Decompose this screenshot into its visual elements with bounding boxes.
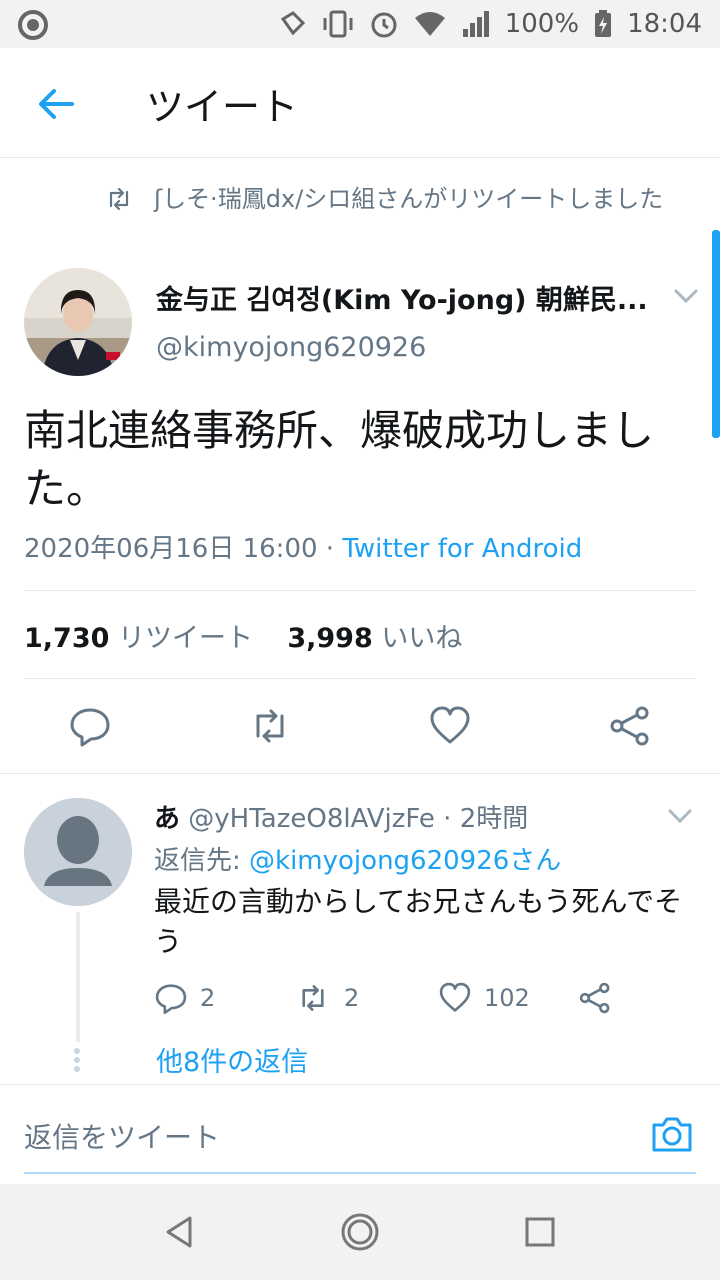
nav-home-icon[interactable] (340, 1212, 380, 1252)
author-name[interactable]: 金与正 김여정(Kim Yo-jong) 朝鮮民... (156, 278, 648, 317)
reply-action-bar: 2 2 102 (154, 976, 694, 1020)
page-title: ツイート (146, 85, 299, 129)
like-icon[interactable] (428, 704, 472, 748)
retweet-icon[interactable] (248, 704, 292, 748)
reply-text: 最近の言動からしてお兄さんもう死んでそう (154, 885, 683, 958)
like-icon (439, 982, 471, 1012)
divider (24, 590, 696, 591)
tweet-action-bar (0, 696, 720, 756)
reply-time: · 2時間 (434, 804, 529, 834)
signal-icon (462, 11, 489, 37)
more-replies-link[interactable]: 他8件の返信 (156, 1040, 308, 1079)
share-icon (579, 982, 610, 1014)
reply-like-count: 102 (484, 984, 530, 1012)
scrollbar[interactable] (712, 230, 720, 438)
nav-recents-icon[interactable] (520, 1212, 560, 1252)
retweeted-by-header[interactable]: ʃしそ·瑞鳳dx/シロ組さんがリツイートしました (108, 184, 688, 214)
retweet-count-label[interactable]: リツイート (118, 623, 253, 654)
thread-line (76, 912, 80, 1042)
app-bar: ツイート (0, 48, 720, 158)
app-status-icon (18, 10, 48, 40)
reply-reply-count: 2 (200, 984, 216, 1012)
reply-icon[interactable] (68, 704, 112, 748)
tweet-datetime: 2020年06月16日 16:00 (24, 534, 318, 564)
nfc-icon (280, 11, 305, 36)
retweet-icon (302, 985, 324, 1011)
back-arrow-icon[interactable] (34, 82, 78, 126)
retweet-count[interactable]: 1,730 (24, 623, 109, 654)
clock: 18:04 (627, 9, 702, 39)
alarm-icon (371, 12, 397, 38)
reply-compose-input[interactable]: 返信をツイート (24, 1116, 220, 1156)
meta-separator: · (317, 534, 343, 564)
divider (0, 1084, 720, 1085)
reply-retweet-count: 2 (344, 984, 360, 1012)
retweet-icon (109, 188, 129, 210)
compose-underline (24, 1172, 696, 1174)
reply-retweet-button[interactable]: 2 (294, 976, 359, 1020)
reply-author-handle[interactable]: @yHTazeO8lAVjzFe (188, 804, 435, 834)
tweet-source-link[interactable]: Twitter for Android (342, 534, 582, 564)
reply-reply-button[interactable]: 2 (154, 976, 215, 1020)
system-nav-bar (0, 1184, 720, 1280)
like-count-label[interactable]: いいね (381, 623, 462, 654)
reply-to-label: 返信先: (154, 846, 250, 876)
reply-to-mention[interactable]: @kimyojong620926さん (249, 846, 561, 876)
divider (0, 773, 720, 774)
camera-icon[interactable] (650, 1112, 694, 1156)
battery-icon (595, 10, 612, 37)
tweet-meta: 2020年06月16日 16:00 · Twitter for Android (24, 528, 582, 565)
tweet-stats: 1,730 リツイート 3,998 いいね (24, 616, 462, 655)
author-avatar[interactable] (24, 268, 132, 376)
nav-back-icon[interactable] (160, 1212, 200, 1252)
reply-header: あ @yHTazeO8lAVjzFe · 2時間 (154, 798, 528, 835)
vibrate-icon (323, 10, 353, 38)
reply-author-name[interactable]: あ (154, 804, 180, 834)
reply-like-button[interactable]: 102 (438, 976, 530, 1020)
tweet-text: 南北連絡事務所、爆破成功しました。 (24, 406, 655, 513)
reply-icon (155, 984, 187, 1014)
like-count[interactable]: 3,998 (287, 623, 372, 654)
share-icon[interactable] (608, 704, 652, 748)
thread-dots (74, 1048, 82, 1075)
reply-share-button[interactable] (578, 976, 612, 1020)
status-bar: 100% 18:04 (0, 0, 720, 48)
wifi-icon (414, 12, 445, 36)
retweeted-by-text: ʃしそ·瑞鳳dx/シロ組さんがリツイートしました (154, 185, 664, 213)
divider (24, 678, 696, 679)
reply-to: 返信先: @kimyojong620926さん (154, 840, 561, 877)
author-handle[interactable]: @kimyojong620926 (156, 332, 426, 363)
chevron-down-icon[interactable] (672, 286, 700, 306)
battery-percent: 100% (504, 9, 580, 39)
chevron-down-icon[interactable] (666, 806, 694, 826)
reply-avatar[interactable] (24, 798, 132, 906)
